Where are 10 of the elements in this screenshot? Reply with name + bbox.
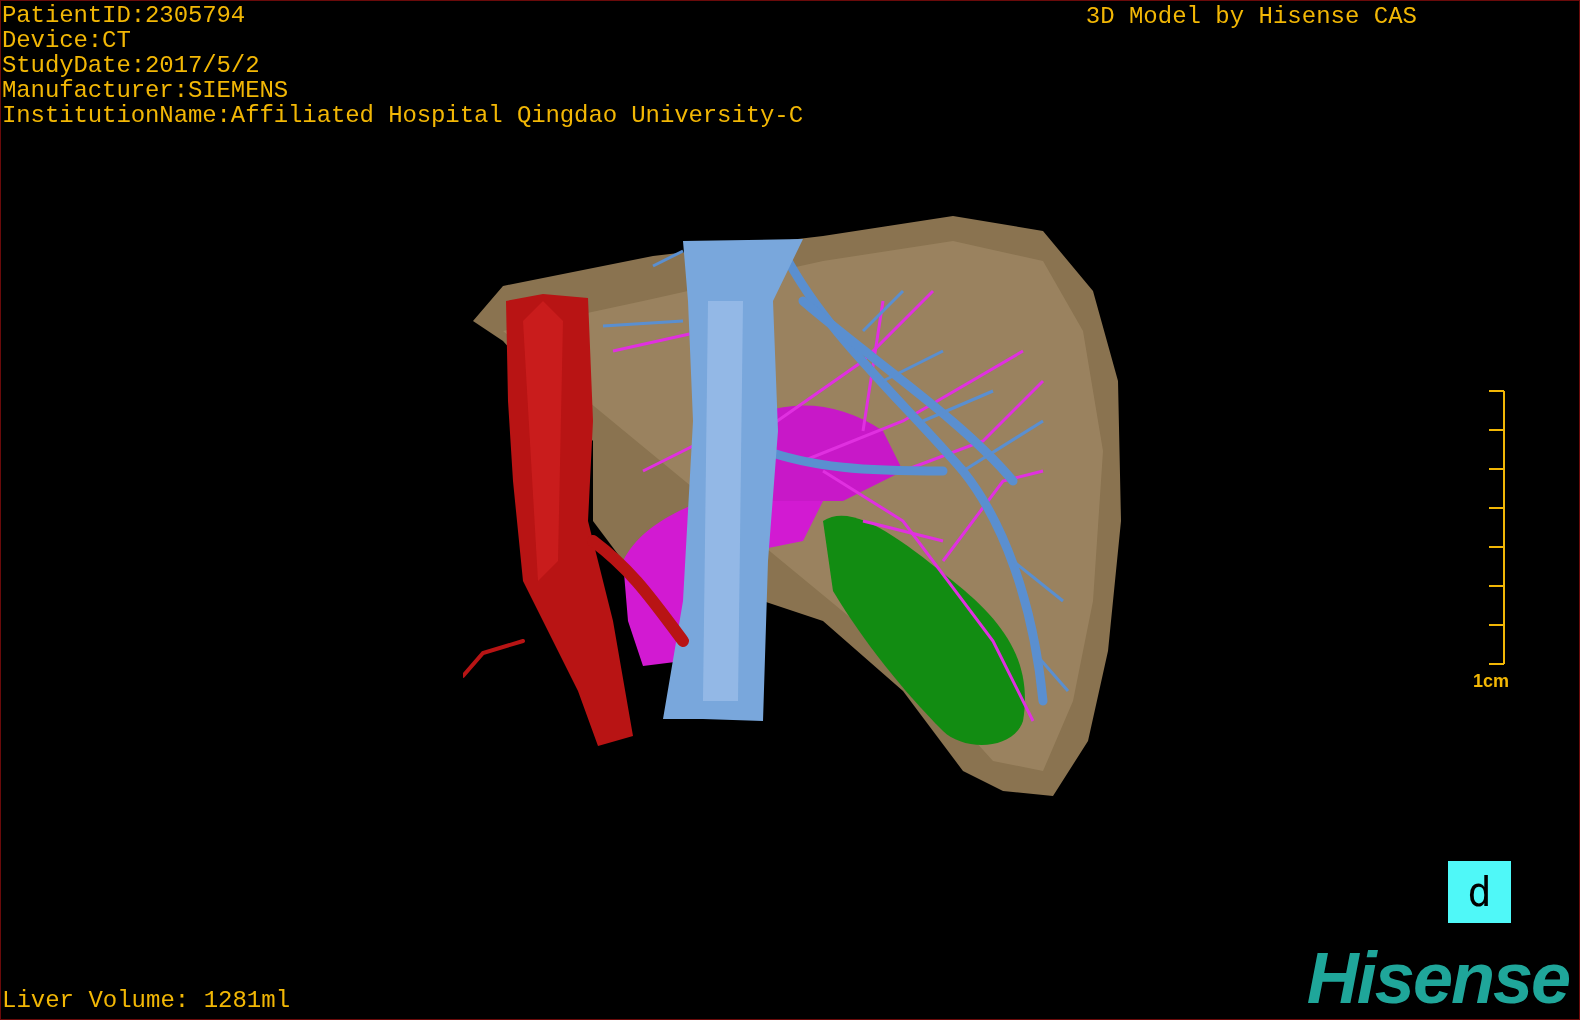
patient-info-line: Device:CT bbox=[2, 28, 132, 53]
patient-info-line: Manufacturer:SIEMENS bbox=[2, 78, 290, 103]
liver-volume: Liver Volume: 1281ml bbox=[2, 988, 291, 1013]
patient-info-line: PatientID:2305794 bbox=[2, 3, 247, 28]
logo: Hisense bbox=[1306, 939, 1570, 1017]
scale-label: 1cm bbox=[1472, 671, 1509, 692]
viewer-title: 3D Model by Hisense CAS bbox=[1085, 4, 1417, 32]
view-button[interactable]: d bbox=[1448, 861, 1511, 923]
patient-info-line: StudyDate:2017/5/2 bbox=[2, 53, 261, 78]
patient-info-line: InstitutionName:Affiliated Hospital Qingdao University-C bbox=[2, 103, 803, 128]
